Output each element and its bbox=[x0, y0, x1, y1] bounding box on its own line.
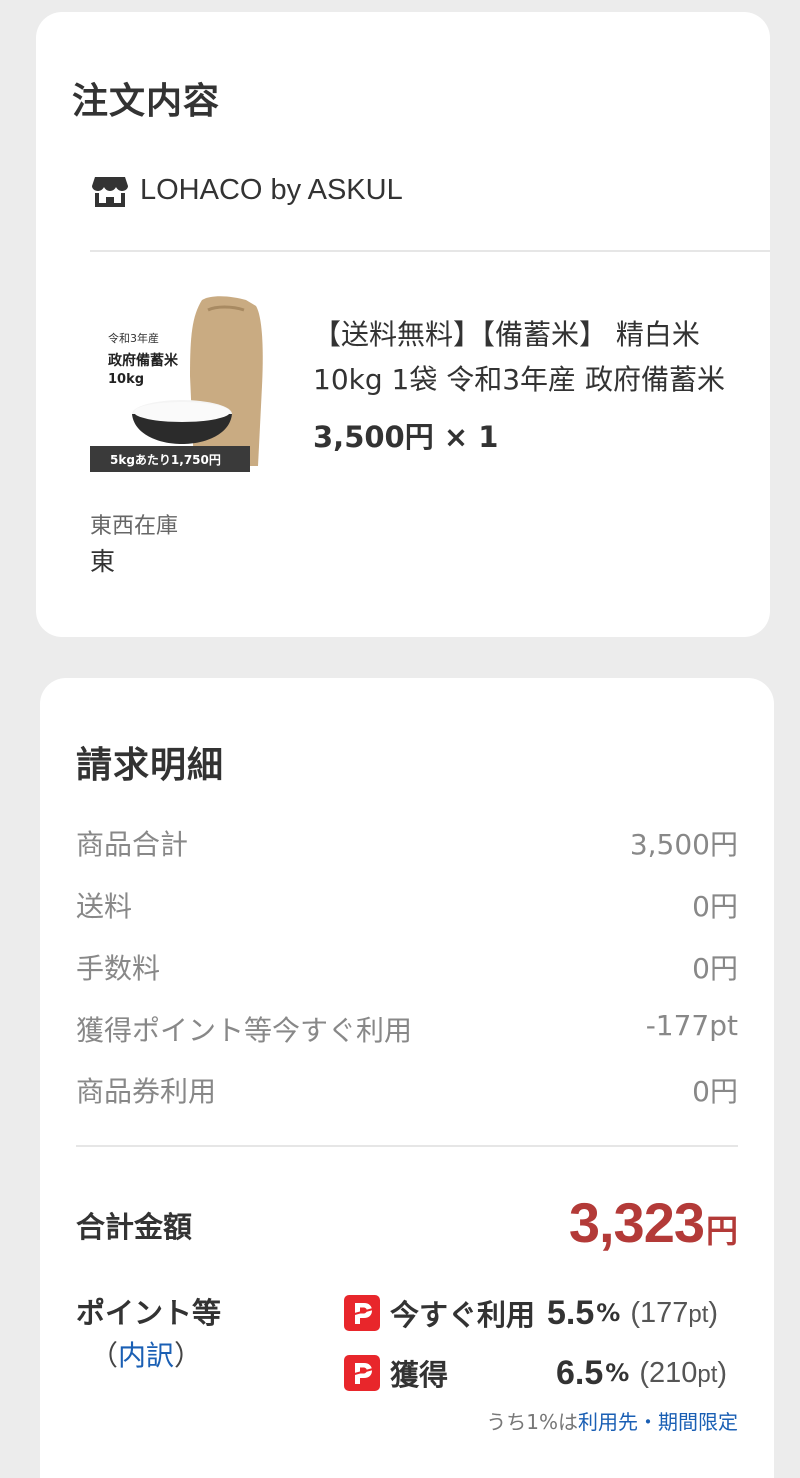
total-label: 合計金額 bbox=[76, 1210, 193, 1244]
shop-row[interactable]: LOHACO by ASKUL bbox=[92, 174, 403, 207]
use-now-points: (177pt) bbox=[630, 1297, 718, 1330]
shop-name: LOHACO by ASKUL bbox=[140, 174, 403, 206]
pt-unit: pt bbox=[697, 1360, 718, 1388]
earn-points: (210pt) bbox=[639, 1357, 727, 1390]
earn-rate: 6.5 bbox=[556, 1353, 604, 1392]
bill-row-value: 0円 bbox=[692, 952, 738, 985]
earn-pt-value: 210 bbox=[648, 1356, 698, 1389]
earn-pct: % bbox=[605, 1359, 630, 1387]
use-now-pct: % bbox=[596, 1299, 621, 1327]
divider bbox=[90, 250, 770, 252]
bill-row-fee: 手数料 0円 bbox=[76, 947, 738, 987]
points-use-now: 今すぐ利用 5.5 % (177pt) bbox=[344, 1292, 718, 1334]
total-unit: 円 bbox=[705, 1212, 738, 1250]
paren-open: （ bbox=[90, 1339, 119, 1372]
use-now-rate: 5.5 bbox=[547, 1293, 595, 1332]
billing-card: 請求明細 商品合計 3,500円 送料 0円 手数料 0円 獲得ポイント等今すぐ… bbox=[40, 678, 774, 1478]
points-label: ポイント等 bbox=[76, 1296, 222, 1330]
bill-row-value: 0円 bbox=[692, 890, 738, 923]
divider bbox=[76, 1145, 738, 1147]
total-amount: 3,323 円 bbox=[569, 1190, 738, 1255]
bill-row-value: 0円 bbox=[692, 1075, 738, 1108]
note-link[interactable]: 利用先・期間限定 bbox=[578, 1410, 738, 1434]
thumb-weight-text: 10kg bbox=[108, 372, 145, 387]
points-breakdown: （内訳） bbox=[90, 1334, 202, 1374]
thumb-badge-text: 5kgあたり1,750円 bbox=[110, 453, 221, 467]
paren-close: ) bbox=[717, 1356, 728, 1389]
points-breakdown-link[interactable]: 内訳 bbox=[118, 1339, 174, 1372]
product-price-quantity: 3,500円 × 1 bbox=[313, 420, 499, 454]
bill-row-label: 手数料 bbox=[76, 952, 161, 985]
order-card: 注文内容 LOHACO by ASKUL 令和3年産 政府備蓄米 10kg 5k… bbox=[36, 12, 770, 637]
use-now-label: 今すぐ利用 bbox=[390, 1298, 536, 1332]
paypay-icon bbox=[344, 1355, 380, 1391]
pt-unit: pt bbox=[688, 1300, 709, 1328]
bill-row-value: -177pt bbox=[645, 1009, 738, 1042]
use-now-pt-value: 177 bbox=[640, 1296, 689, 1329]
paren-open: ( bbox=[639, 1356, 649, 1389]
total-value: 3,323 bbox=[568, 1191, 705, 1254]
paren-open: ( bbox=[630, 1296, 640, 1329]
billing-section-title: 請求明細 bbox=[76, 745, 225, 786]
paren-close: ） bbox=[174, 1339, 203, 1372]
bill-row-value: 3,500円 bbox=[629, 828, 738, 861]
bill-row-points-used: 獲得ポイント等今すぐ利用 -177pt bbox=[76, 1009, 738, 1049]
points-earn: 獲得 6.5 % (210pt) bbox=[344, 1352, 727, 1394]
note-prefix: うち1%は bbox=[486, 1410, 578, 1434]
bill-row-voucher: 商品券利用 0円 bbox=[76, 1070, 738, 1110]
thumb-year-text: 令和3年産 bbox=[108, 332, 159, 345]
bill-row-shipping: 送料 0円 bbox=[76, 885, 738, 925]
bill-row-label: 商品券利用 bbox=[76, 1075, 217, 1108]
points-note: うち1%は利用先・期間限定 bbox=[486, 1406, 738, 1435]
bill-row-label: 獲得ポイント等今すぐ利用 bbox=[76, 1014, 413, 1047]
bill-row-label: 送料 bbox=[76, 890, 133, 923]
bill-row-label: 商品合計 bbox=[76, 828, 189, 861]
option-label: 東西在庫 bbox=[90, 514, 179, 539]
paypay-icon bbox=[344, 1295, 380, 1331]
product-name[interactable]: 【送料無料】【備蓄米】 精白米 10kg 1袋 令和3年産 政府備蓄米 bbox=[313, 312, 733, 402]
bill-row-subtotal: 商品合計 3,500円 bbox=[76, 823, 738, 863]
thumb-name-text: 政府備蓄米 bbox=[108, 353, 178, 369]
store-icon bbox=[92, 175, 128, 207]
order-section-title: 注文内容 bbox=[72, 81, 221, 122]
earn-label: 獲得 bbox=[390, 1358, 449, 1392]
product-thumbnail[interactable]: 令和3年産 政府備蓄米 10kg 5kgあたり1,750円 bbox=[90, 290, 278, 478]
option-value: 東 bbox=[90, 547, 116, 576]
paren-close: ) bbox=[708, 1296, 719, 1329]
